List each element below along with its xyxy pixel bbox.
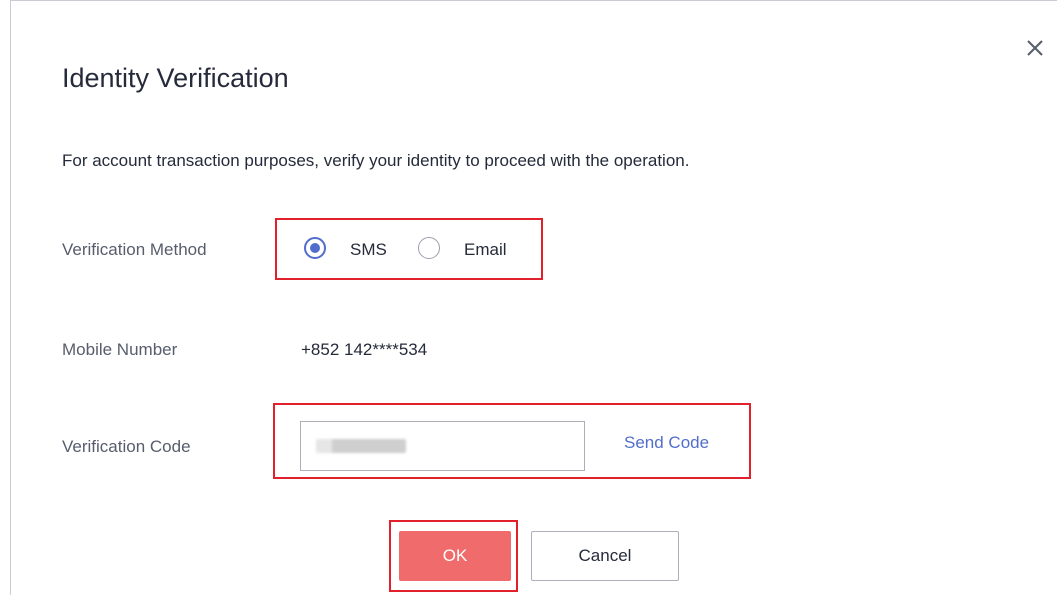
close-icon[interactable] xyxy=(1024,37,1046,59)
sms-radio-label[interactable]: SMS xyxy=(350,240,387,260)
sms-radio[interactable] xyxy=(304,237,326,259)
ok-button[interactable]: OK xyxy=(399,531,511,581)
email-radio-label[interactable]: Email xyxy=(464,240,507,260)
verification-method-label: Verification Method xyxy=(62,240,207,259)
cancel-button[interactable]: Cancel xyxy=(531,531,679,581)
mobile-number-label: Mobile Number xyxy=(62,340,178,359)
mobile-number-value: +852 142****534 xyxy=(301,340,428,359)
redacted-code xyxy=(316,439,406,453)
send-code-link[interactable]: Send Code xyxy=(624,433,709,453)
verification-code-label: Verification Code xyxy=(62,437,191,456)
dialog-title: Identity Verification xyxy=(62,63,289,93)
identity-verification-dialog: Identity Verification For account transa… xyxy=(10,0,1057,595)
email-radio[interactable] xyxy=(418,237,440,259)
dialog-description: For account transaction purposes, verify… xyxy=(62,151,690,170)
